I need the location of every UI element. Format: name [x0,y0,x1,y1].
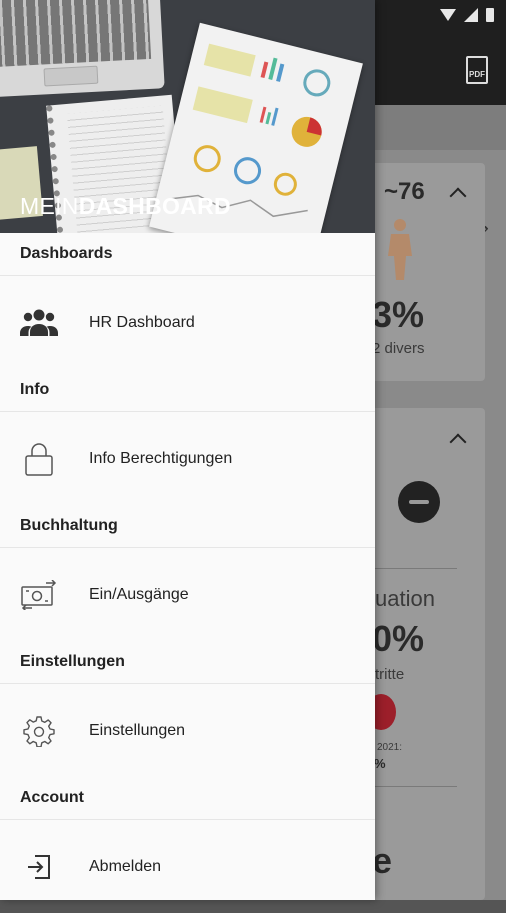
signal-icon [464,8,478,22]
section-title-buchhaltung: Buchhaltung [0,505,375,548]
lock-icon [20,441,58,477]
menu-item-label: Einstellungen [89,721,186,739]
year-percent: % [374,756,386,771]
menu-item-ein-ausgaenge[interactable]: Ein/Ausgänge [0,548,375,641]
logout-icon [20,849,58,885]
divers-count: 2 divers [372,340,425,357]
wifi-icon [440,9,456,21]
card-divider [375,568,457,569]
header-photo-laptop [0,0,165,98]
next-card-title: e [372,840,393,881]
year-caption: i 2021: [372,742,403,753]
battery-icon [486,8,494,22]
status-bar [440,8,494,22]
drawer-header: MEINDASHBOARD [0,0,375,233]
card-divider [375,786,457,787]
exits-label: tritte [375,666,405,683]
age-value: ~76 [384,178,425,205]
money-exchange-icon [20,577,58,613]
section-title-einstellungen: Einstellungen [0,641,375,684]
brand-title-bold: DASHBOARD [78,193,231,219]
minus-circle-icon [398,481,440,523]
brand-title: MEINDASHBOARD [20,193,231,220]
navigation-drawer: MEINDASHBOARD Dashboards HR Dashboard In… [0,0,375,900]
section-title-info: Info [0,369,375,412]
menu-item-einstellungen[interactable]: Einstellungen [0,684,375,777]
menu-item-label: Info Berechtigungen [89,449,233,467]
menu-item-abmelden[interactable]: Abmelden [0,820,375,913]
section-title-account: Account [0,777,375,820]
pdf-export-icon[interactable]: PDF [466,56,488,84]
fluctuation-heading: uation [375,586,435,611]
percent-value: 3% [372,294,425,335]
brand-title-light: MEIN [20,193,79,219]
menu-item-info-berechtigungen[interactable]: Info Berechtigungen [0,412,375,505]
section-title-dashboards: Dashboards [0,233,375,276]
fluctuation-percent: 0% [372,618,425,659]
menu-item-hr-dashboard[interactable]: HR Dashboard [0,276,375,369]
person-icon [388,219,412,280]
gear-icon [20,713,58,749]
menu-item-label: Abmelden [89,857,162,875]
menu-item-label: Ein/Ausgänge [89,585,189,603]
people-icon [20,305,58,341]
menu-item-label: HR Dashboard [89,313,195,331]
